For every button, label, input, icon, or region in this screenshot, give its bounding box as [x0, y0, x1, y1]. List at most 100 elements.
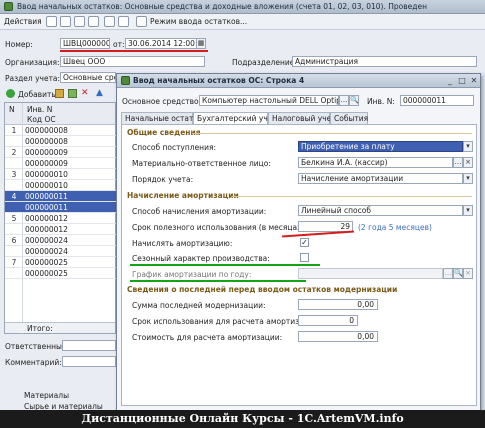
os-select-button[interactable]: … [339, 95, 349, 106]
date-field[interactable]: 30.06.2014 12:00:14 [125, 38, 197, 49]
table-row[interactable]: 000000012 [5, 224, 117, 235]
os-open-button[interactable]: 🔍 [349, 95, 359, 106]
grid-total-label: Итого: [27, 324, 53, 333]
mol-field[interactable]: Белкина И.А. (кассир) [298, 157, 453, 168]
save-icon[interactable] [46, 16, 57, 27]
tab-opening-balances[interactable]: Начальные остатки [121, 112, 203, 124]
accounting-order-select-button[interactable]: ▾ [463, 173, 473, 184]
charge-checkbox[interactable]: ✓ [300, 238, 309, 247]
table-row-selected[interactable]: 000000011 [5, 202, 117, 213]
green-underline [130, 264, 320, 266]
receipt-field[interactable]: Приобретение за плату [298, 141, 463, 152]
schedule-label: График амортизации по году: [132, 270, 252, 279]
calendar-icon[interactable]: ▦ [196, 38, 206, 49]
table-row[interactable]: 000000025 [5, 268, 117, 279]
table-row[interactable]: 2 000000009 [5, 147, 117, 158]
mol-open-button[interactable]: × [463, 157, 473, 168]
os-grid[interactable]: N Инв. N Код ОС 1 000000008 000000008 2 00… [4, 102, 117, 335]
maximize-icon[interactable]: □ [457, 76, 467, 86]
term-label: Срок использования для расчета амортизац… [132, 317, 322, 326]
table-row[interactable]: 1 000000008 [5, 125, 117, 136]
last-sum-field[interactable]: 0,00 [298, 299, 378, 310]
life-hint: (2 года 5 месяцев) [358, 223, 432, 232]
main-window-title: Ввод начальных остатков: Основные средст… [17, 2, 427, 11]
schedule-open-button[interactable]: 🔍 [453, 268, 463, 279]
document-icon [4, 2, 13, 11]
dialog-title: Ввод начальных остатков ОС: Строка 4 [133, 76, 305, 85]
section-field[interactable]: Основные средс [60, 72, 116, 83]
bottom-item: Материалы [24, 391, 69, 400]
table-row[interactable]: 6 000000024 [5, 235, 117, 246]
accounting-order-label: Порядок учета: [132, 175, 194, 184]
table-row[interactable]: 000000008 [5, 136, 117, 147]
method-field[interactable]: Линейный способ [298, 205, 463, 216]
actions-menu[interactable]: Действия [4, 16, 42, 28]
table-row-selected[interactable]: 4 000000011 [5, 191, 117, 202]
term-field[interactable]: 0 [298, 315, 358, 326]
dialog-app-icon [121, 76, 130, 85]
last-sum-label: Сумма последней модернизации: [132, 301, 266, 310]
schedule-field[interactable] [298, 268, 443, 279]
main-toolbar: Действия Режим ввода остатков... [0, 14, 485, 30]
close-icon[interactable]: ✕ [469, 76, 479, 86]
seasonal-label: Сезонный характер производства: [132, 254, 270, 263]
org-field[interactable]: Швец ООО [60, 56, 205, 67]
number-field[interactable]: ШВЦ00000014 [60, 38, 110, 49]
os-label: Основное средство: [122, 97, 202, 106]
cost-field[interactable]: 0,00 [298, 331, 378, 342]
grid-col-n: N [9, 105, 15, 114]
mol-select-button[interactable]: … [453, 157, 463, 168]
table-row[interactable]: 000000009 [5, 158, 117, 169]
amort-section-title: Начисление амортизации [127, 191, 239, 200]
unpost-icon[interactable] [88, 16, 99, 27]
main-titlebar: Ввод начальных остатков: Основные средст… [0, 0, 485, 14]
red-underline-date [60, 50, 208, 52]
cost-label: Стоимость для расчета амортизации: [132, 333, 283, 342]
modern-section-title: Сведения о последней перед вводом остатк… [127, 285, 398, 294]
table-row[interactable]: 000000024 [5, 246, 117, 257]
method-select-button[interactable]: ▾ [463, 205, 473, 216]
course-banner: Дистанционные Онлайн Курсы - 1C.ArtemVM.… [0, 410, 485, 428]
responsible-label: Ответственный: [5, 342, 70, 351]
grid-total-row: Итого: [5, 322, 115, 333]
mode-icon[interactable] [136, 16, 147, 27]
tab-tax[interactable]: Налоговый учет [268, 112, 336, 124]
accounting-order-field[interactable]: Начисление амортизации [298, 173, 463, 184]
tab-events[interactable]: События [330, 112, 368, 124]
dialog-titlebar: Ввод начальных остатков ОС: Строка 4 _ □… [117, 74, 480, 88]
structure-icon[interactable] [104, 16, 115, 27]
mol-label: Материально-ответственное лицо: [132, 159, 271, 168]
copy-icon[interactable] [55, 89, 64, 98]
os-field[interactable]: Компьютер настольный DELL Optiplex [199, 95, 339, 106]
schedule-select-button[interactable]: … [443, 268, 453, 279]
accounting-panel: Общие сведения Способ поступления: Приоб… [121, 124, 477, 406]
green-underline [130, 280, 306, 282]
edit-icon[interactable] [68, 89, 77, 98]
schedule-clear-button[interactable]: × [463, 268, 473, 279]
inv-label: Инв. N: [367, 97, 395, 106]
move-up-icon[interactable]: ▲ [96, 89, 105, 98]
post-icon[interactable] [74, 16, 85, 27]
refresh-icon[interactable] [60, 16, 71, 27]
add-button[interactable]: Добавить [18, 90, 56, 99]
grid-col-code: Код ОС [27, 115, 56, 124]
table-row[interactable]: 7 000000025 [5, 257, 117, 268]
input-mode-button[interactable]: Режим ввода остатков... [150, 16, 247, 28]
table-row[interactable]: 5 000000012 [5, 213, 117, 224]
method-label: Способ начисления амортизации: [132, 207, 267, 216]
inv-field[interactable]: 000000011 [400, 95, 474, 106]
table-row[interactable]: 3 000000010 [5, 169, 117, 180]
comment-field[interactable] [62, 356, 116, 367]
general-section-title: Общие сведения [127, 128, 201, 137]
movements-icon[interactable] [118, 16, 129, 27]
section-label: Раздел учета: [5, 74, 61, 83]
seasonal-checkbox[interactable] [300, 253, 309, 262]
comment-label: Комментарий: [5, 358, 62, 367]
responsible-field[interactable] [62, 340, 116, 351]
delete-icon[interactable]: ✕ [81, 89, 90, 98]
dept-field[interactable]: Администрация [292, 56, 477, 67]
minimize-icon[interactable]: _ [445, 76, 455, 86]
add-icon[interactable] [6, 89, 15, 98]
receipt-select-button[interactable]: ▾ [463, 141, 473, 152]
table-row[interactable]: 000000010 [5, 180, 117, 191]
